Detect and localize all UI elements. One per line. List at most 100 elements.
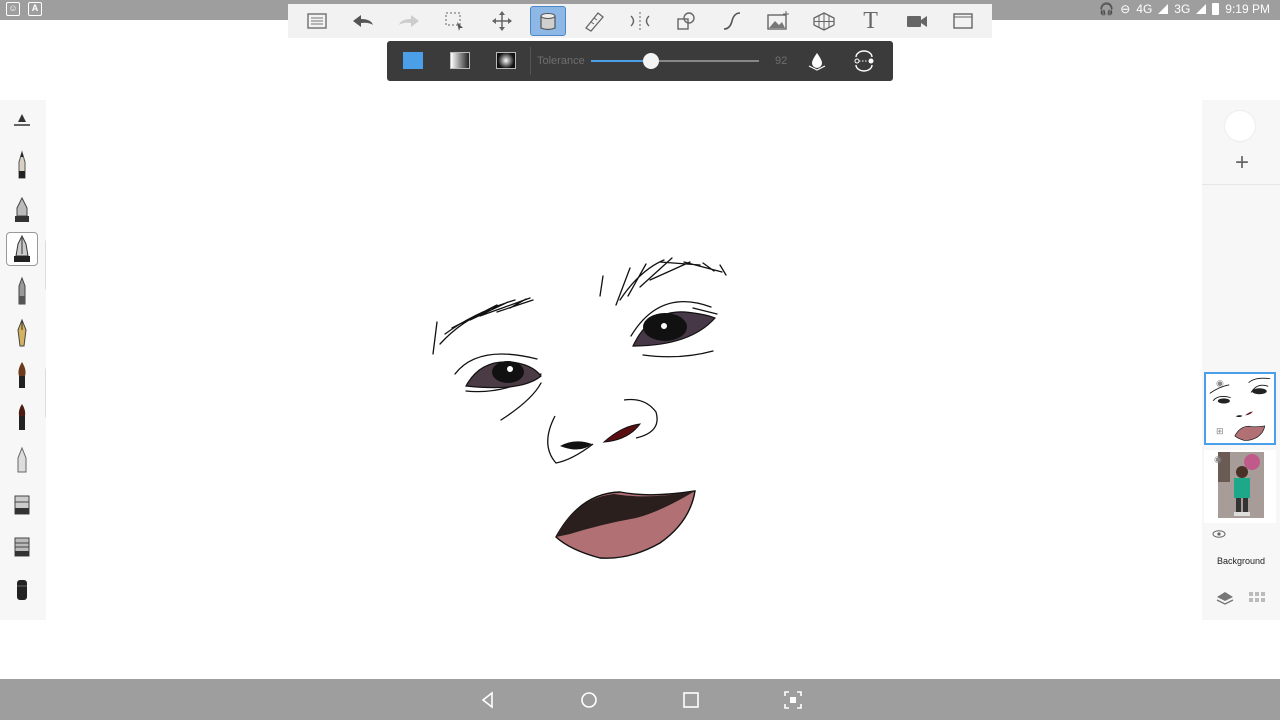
- shapes-icon: [677, 12, 695, 30]
- layer-thumbnail-drawing[interactable]: ◉ ⊞: [1204, 372, 1276, 445]
- smudge-icon: [14, 495, 30, 515]
- signal-icon: [1158, 4, 1169, 14]
- tolerance-slider-fill: [591, 60, 652, 62]
- redo-icon: [399, 15, 420, 27]
- ink-pen-icon: [15, 196, 29, 222]
- fountain-pen-icon: [17, 318, 27, 347]
- textured-brush-icon: [14, 537, 30, 557]
- import-image-tool[interactable]: [760, 6, 796, 36]
- tolerance-slider-thumb[interactable]: [643, 53, 660, 69]
- ink-pen-brush[interactable]: [6, 192, 38, 226]
- back-button[interactable]: [477, 689, 499, 711]
- fountain-pen-brush[interactable]: [6, 316, 38, 350]
- textured-brush[interactable]: [6, 528, 38, 562]
- sample-all-layers-icon[interactable]: [807, 51, 827, 71]
- marker-icon: [14, 234, 30, 262]
- symmetry-icon: [630, 12, 650, 30]
- home-button[interactable]: [578, 689, 600, 711]
- background-visibility-icon[interactable]: [1212, 530, 1226, 538]
- marker-brush[interactable]: [6, 232, 38, 266]
- brush-palette: [0, 100, 46, 620]
- layer-lock-icon[interactable]: ⊞: [1216, 426, 1224, 437]
- background-layer-label[interactable]: Background: [1202, 556, 1280, 566]
- airbrush-icon: [17, 446, 27, 473]
- photo-layer-visibility-icon[interactable]: ◉: [1214, 454, 1222, 465]
- network-3g: 3G: [1174, 2, 1191, 16]
- layers-footer: [1202, 586, 1280, 610]
- fill-mode-swap-icon[interactable]: [851, 50, 877, 72]
- curve-icon: [724, 12, 741, 30]
- perspective-grid-icon: [813, 12, 836, 31]
- fullscreen-icon: [953, 13, 973, 29]
- sketchbook-app: ☺ A 🎧 ⊖ 4G 3G 9:19 PM T Tolerance 92 + ◉…: [0, 0, 1280, 720]
- color-puck[interactable]: [1225, 111, 1255, 141]
- layers-panel: + ◉ ⊞ ◉ Background: [1202, 100, 1280, 620]
- selection-tool[interactable]: [437, 6, 473, 36]
- video-camera-icon: [906, 16, 927, 27]
- airbrush[interactable]: [6, 442, 38, 476]
- move-icon: [491, 11, 512, 31]
- screenshot-button[interactable]: [782, 689, 804, 711]
- notification-icon: ☺: [6, 2, 20, 16]
- headphones-icon: 🎧: [1099, 2, 1115, 16]
- add-layer-button[interactable]: +: [1230, 151, 1254, 176]
- linear-gradient-fill-button[interactable]: [450, 52, 470, 69]
- fill-tool[interactable]: [529, 6, 566, 36]
- selection-icon: [445, 12, 464, 31]
- paint-brush[interactable]: [6, 358, 38, 392]
- brush-size-slider[interactable]: [6, 104, 38, 138]
- fill-options-bar: Tolerance 92: [387, 41, 893, 81]
- paint-bucket-icon: [540, 13, 556, 31]
- layer-visibility-icon[interactable]: ◉: [1216, 378, 1224, 389]
- fill-divider: [530, 47, 531, 75]
- watercolor-icon: [18, 404, 26, 430]
- pencil-icon: [18, 150, 26, 179]
- symmetry-tool[interactable]: [622, 6, 658, 36]
- text-icon: T: [863, 7, 878, 34]
- perspective-tool[interactable]: [806, 6, 842, 36]
- main-toolbar: T: [288, 4, 992, 38]
- list-icon: [307, 13, 327, 29]
- ruler-tool[interactable]: [576, 6, 612, 36]
- status-left: ☺ A: [6, 2, 42, 16]
- app-icon: A: [28, 2, 42, 16]
- face-sketch: [432, 257, 727, 559]
- drawing-canvas[interactable]: [46, 100, 1200, 620]
- layers-divider: [1202, 184, 1280, 185]
- stroke-tool[interactable]: [714, 6, 750, 36]
- layer-grid-icon[interactable]: [1248, 589, 1266, 607]
- text-tool[interactable]: T: [853, 6, 889, 36]
- navigation-bar: [0, 679, 1280, 720]
- network-4g: 4G: [1136, 2, 1153, 16]
- time-lapse-tool[interactable]: [899, 6, 935, 36]
- status-right: 🎧 ⊖ 4G 3G 9:19 PM: [1099, 2, 1270, 16]
- smudge-brush[interactable]: [6, 486, 38, 520]
- layer-thumbnail-photo[interactable]: ◉: [1204, 450, 1276, 523]
- tolerance-label: Tolerance: [537, 55, 585, 67]
- brush-size-icon: [14, 114, 30, 126]
- layer-stack-icon[interactable]: [1216, 589, 1234, 607]
- undo-tool[interactable]: [345, 6, 381, 36]
- battery-icon: [1212, 3, 1220, 15]
- tolerance-value: 92: [775, 55, 788, 67]
- ballpoint-brush[interactable]: [6, 274, 38, 308]
- solid-fill-button[interactable]: [403, 52, 423, 69]
- tolerance-slider[interactable]: [591, 53, 759, 69]
- ruler-icon: [584, 12, 604, 32]
- watercolor-brush[interactable]: [6, 400, 38, 434]
- redo-tool[interactable]: [391, 6, 427, 36]
- status-time: 9:19 PM: [1225, 2, 1270, 16]
- undo-icon: [353, 15, 374, 27]
- fullscreen-tool[interactable]: [945, 6, 981, 36]
- eraser-brush[interactable]: [6, 572, 38, 606]
- radial-gradient-fill-button[interactable]: [496, 52, 516, 69]
- do-not-disturb-icon: ⊖: [1120, 2, 1131, 16]
- layers-list-tool[interactable]: [299, 6, 335, 36]
- shapes-tool[interactable]: [668, 6, 704, 36]
- pencil-brush[interactable]: [6, 148, 38, 182]
- ballpoint-icon: [18, 276, 26, 305]
- transform-tool[interactable]: [484, 6, 520, 36]
- eraser-icon: [17, 580, 27, 600]
- recents-button[interactable]: [680, 689, 702, 711]
- signal-icon-2: [1196, 4, 1207, 14]
